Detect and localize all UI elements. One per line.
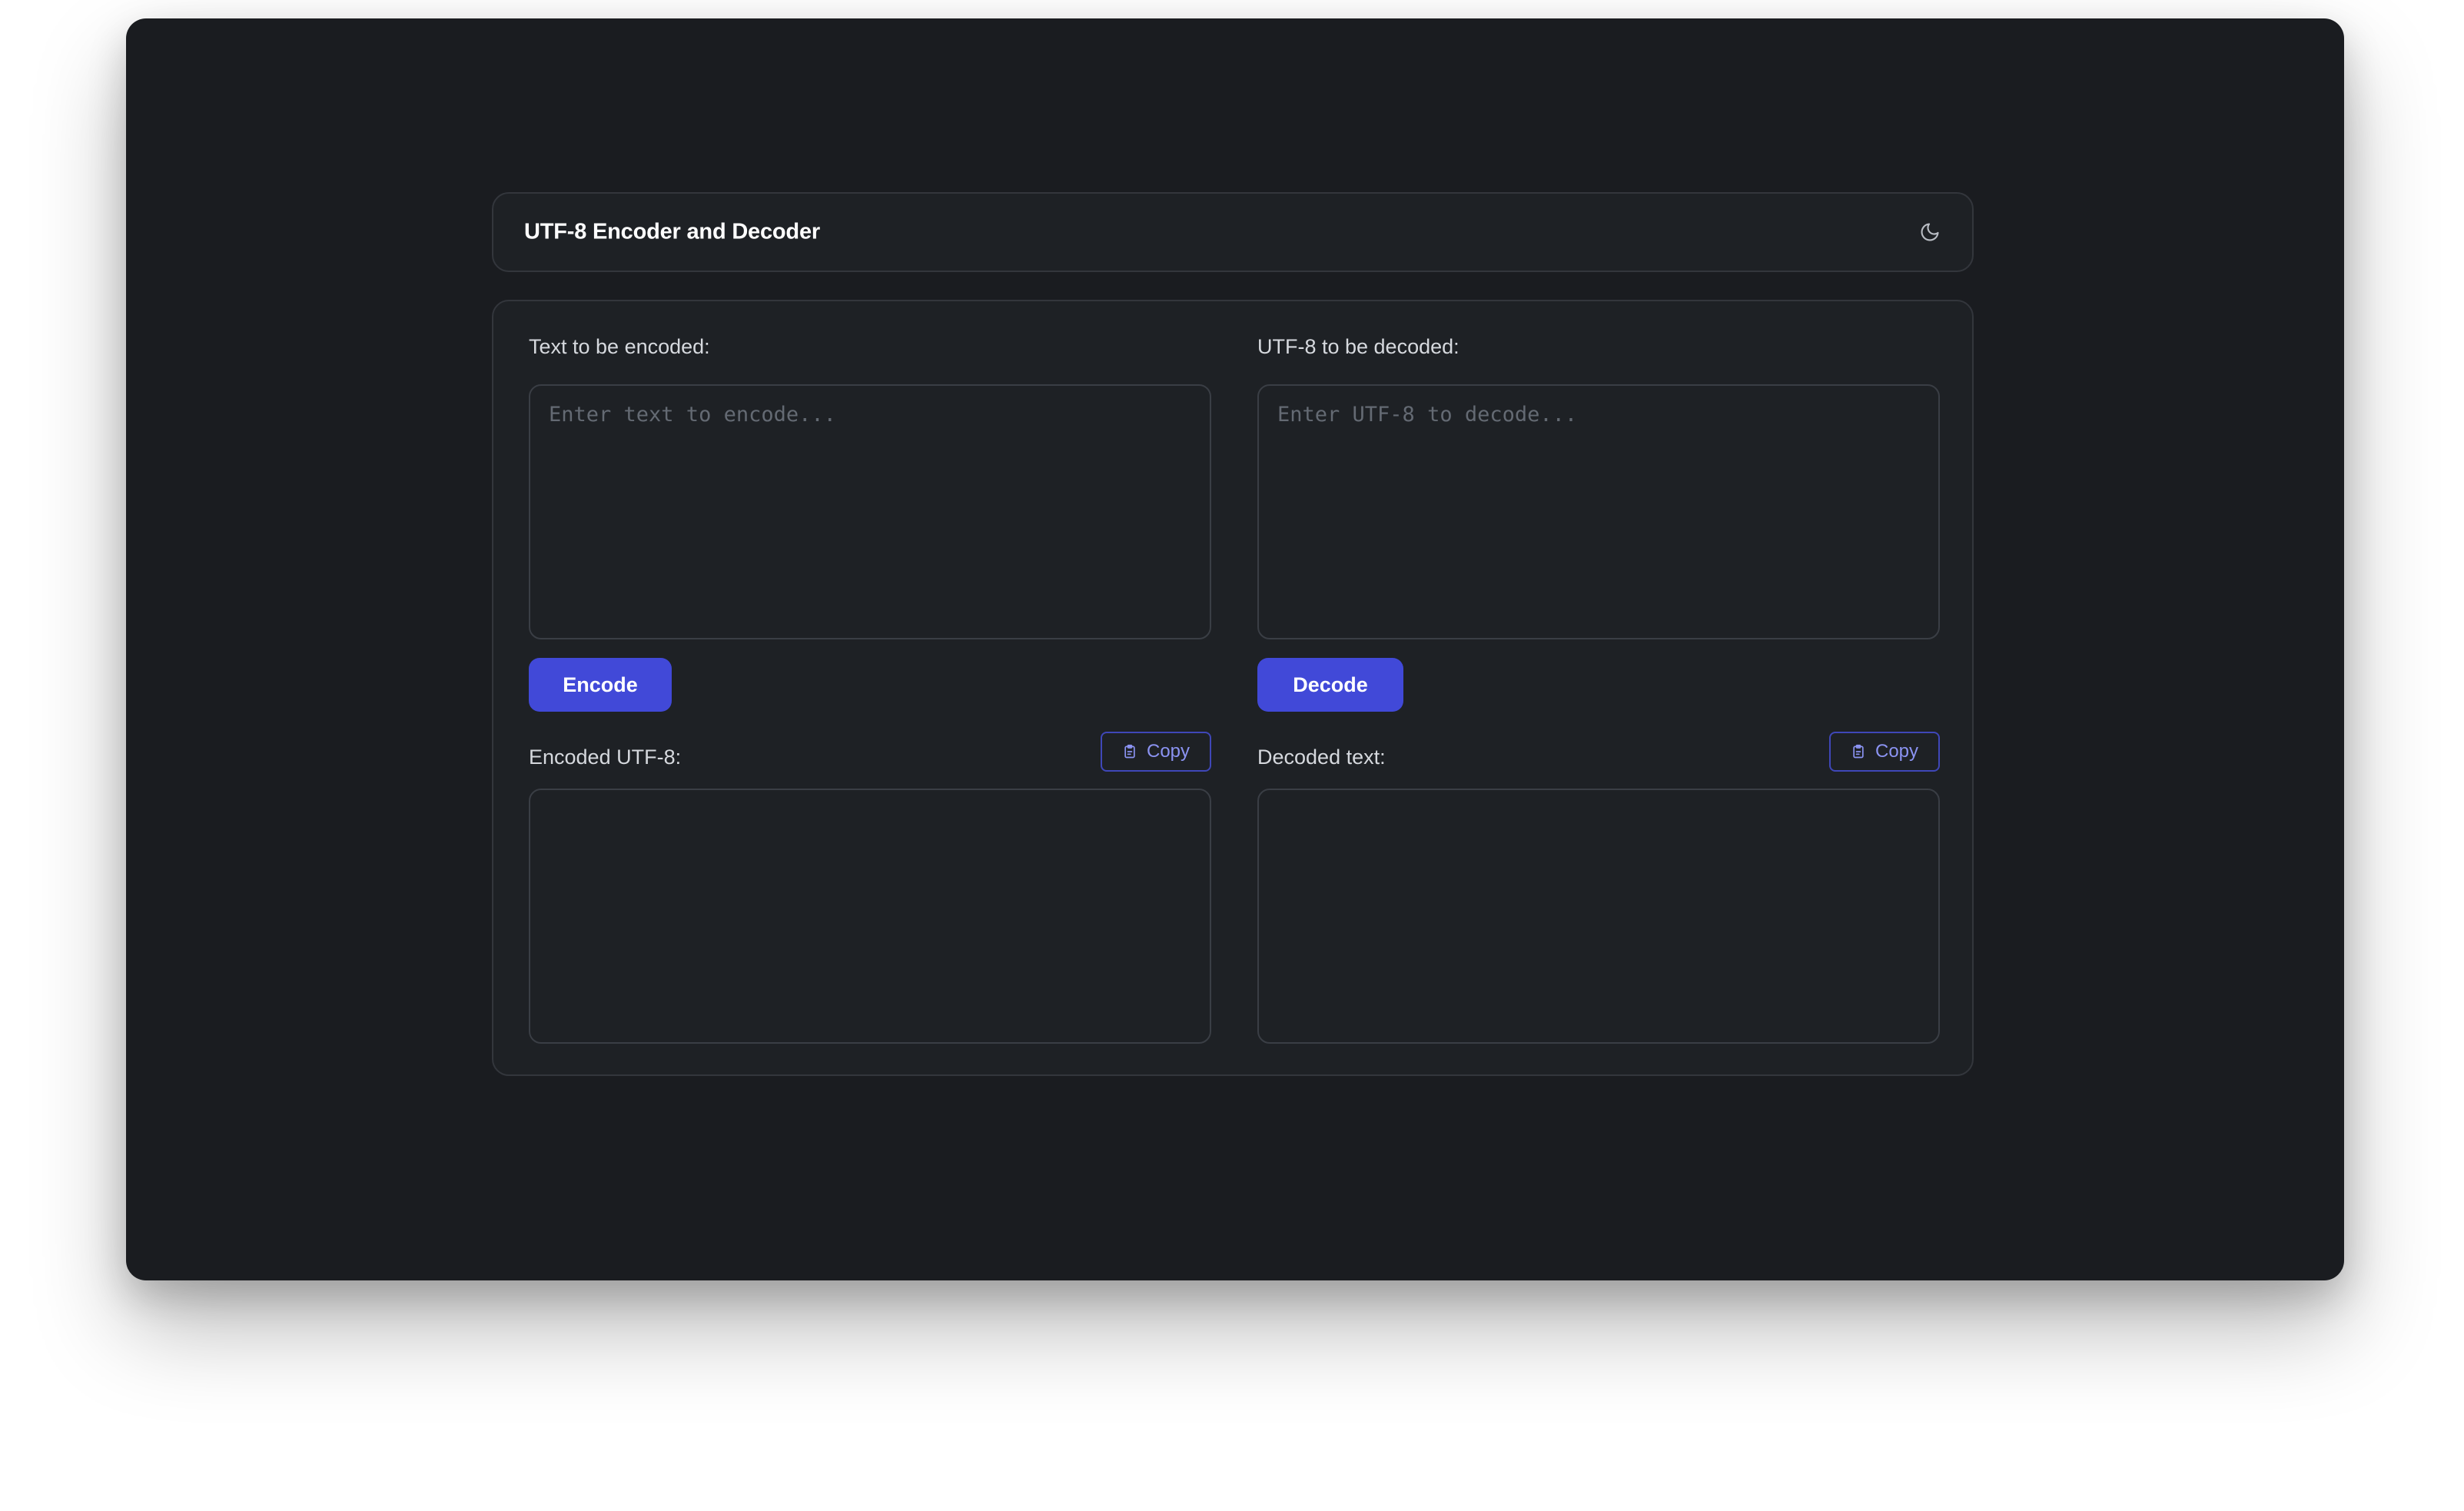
decoded-output[interactable] [1257, 789, 1940, 1044]
encode-input[interactable] [529, 384, 1211, 639]
app-window: UTF-8 Encoder and Decoder Text to be enc… [126, 18, 2344, 1280]
encode-input-label: Text to be encoded: [529, 335, 710, 358]
decoder-column: UTF-8 to be decoded: Decode Decoded text… [1257, 301, 1940, 1074]
moon-icon [1921, 223, 1939, 241]
decode-input[interactable] [1257, 384, 1940, 639]
encoder-column: Text to be encoded: Encode Encoded UTF-8… [529, 301, 1211, 1074]
decode-input-label: UTF-8 to be decoded: [1257, 335, 1459, 358]
converter-panel: Text to be encoded: Encode Encoded UTF-8… [492, 300, 1974, 1076]
copy-encoded-label: Copy [1146, 741, 1190, 762]
theme-toggle-button[interactable] [1917, 219, 1943, 245]
app-header: UTF-8 Encoder and Decoder [492, 192, 1974, 272]
page-title: UTF-8 Encoder and Decoder [524, 219, 820, 244]
copy-decoded-label: Copy [1875, 741, 1919, 762]
clipboard-icon [1124, 744, 1135, 759]
copy-decoded-button[interactable]: Copy [1829, 732, 1940, 772]
encoded-output[interactable] [529, 789, 1211, 1044]
encoded-output-label: Encoded UTF-8: [529, 746, 682, 769]
decoded-output-label: Decoded text: [1257, 746, 1386, 769]
encode-button[interactable]: Encode [529, 658, 672, 712]
clipboard-icon [1853, 744, 1864, 759]
decode-button[interactable]: Decode [1257, 658, 1403, 712]
copy-encoded-button[interactable]: Copy [1101, 732, 1211, 772]
